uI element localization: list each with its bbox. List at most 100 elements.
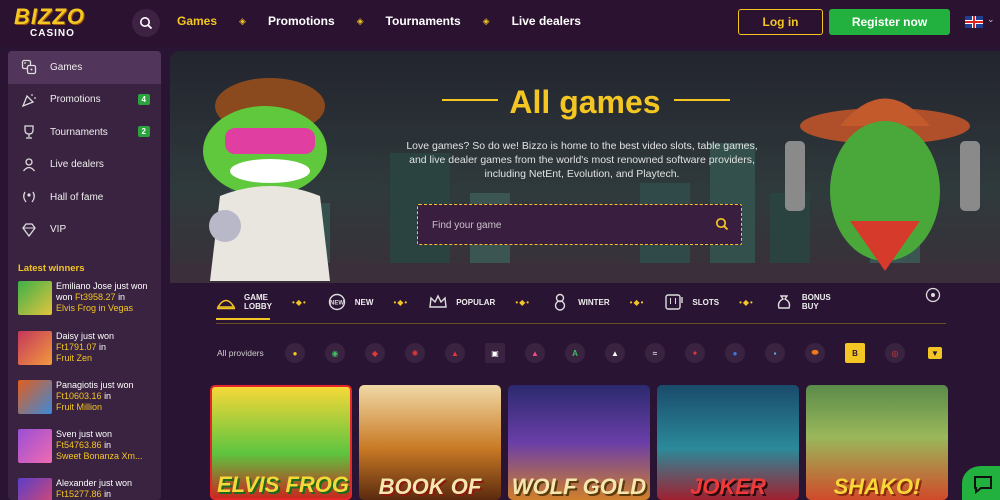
nav-tournaments[interactable]: Tournaments (386, 14, 461, 28)
sidebar-item-vip[interactable]: VIP (8, 214, 161, 247)
winner-entry[interactable]: Emiliano Jose just won won Ft3958.27 in … (18, 281, 158, 319)
crown-icon (428, 292, 448, 312)
provider-logo[interactable]: ▲ (525, 343, 545, 363)
sidebar-item-games[interactable]: Games (8, 51, 161, 84)
winner-text: Daisy just won Ft1791.07 in Fruit Zen (56, 331, 115, 363)
provider-logo[interactable]: ≈ (645, 343, 665, 363)
winner-text: Panagiotis just won Ft10603.16 in Fruit … (56, 380, 134, 412)
search-icon[interactable] (715, 217, 729, 231)
game-title: SHAKO! (833, 474, 921, 499)
tab-slots[interactable]: SLOTS (664, 292, 719, 312)
tab-label: GAME (244, 293, 268, 302)
tab-label: SLOTS (692, 297, 720, 307)
provider-logo[interactable]: ◎ (885, 343, 905, 363)
provider-logo[interactable]: ● (725, 343, 745, 363)
game-search-box (417, 204, 742, 245)
tab-label: BUY (801, 302, 819, 311)
provider-logo[interactable]: ✦ (685, 343, 705, 363)
all-providers-label[interactable]: All providers (217, 348, 264, 358)
nav-separator-icon: ◈ (356, 15, 364, 26)
game-search-input[interactable] (432, 216, 702, 234)
svg-text:NEW: NEW (330, 301, 344, 307)
diamond-icon (20, 221, 38, 239)
winner-entry[interactable]: Sven just won Ft54763.86 in Sweet Bonanz… (18, 429, 158, 467)
game-title: JOKER (690, 474, 766, 499)
nav-separator-icon: ◈ (482, 15, 490, 26)
winner-entry[interactable]: Panagiotis just won Ft10603.16 in Fruit … (18, 380, 158, 418)
game-thumbnail (18, 380, 52, 414)
separator-dots-icon: •◆• (739, 297, 754, 307)
bizzo-casino-logo[interactable]: BIZZO CASINO (14, 4, 104, 42)
tab-label: NEW (354, 297, 374, 307)
nav-live-dealers[interactable]: Live dealers (512, 14, 581, 28)
tab-winter[interactable]: WINTER (550, 292, 610, 312)
search-button[interactable] (132, 9, 160, 37)
active-tab-indicator (216, 318, 270, 320)
separator-dots-icon: •◆• (515, 297, 531, 307)
game-card-elvis-frog[interactable]: ELVIS FROG (210, 385, 352, 500)
more-categories-icon[interactable] (925, 287, 941, 303)
game-thumbnail (18, 331, 52, 365)
trophy-icon (20, 123, 38, 141)
sidebar: Games Promotions 4 Tournaments 2 Live de… (8, 51, 161, 500)
search-icon (140, 17, 153, 30)
sidebar-item-label: Promotions (50, 94, 101, 106)
register-button[interactable]: Register now (829, 9, 950, 35)
nav-promotions[interactable]: Promotions (268, 14, 335, 28)
page-title: All games (509, 84, 661, 120)
cloche-icon (216, 292, 236, 312)
provider-logo[interactable]: ▲ (605, 343, 625, 363)
game-card-wolf-gold[interactable]: WOLF GOLD (508, 385, 650, 500)
provider-logo[interactable]: ✺ (405, 343, 425, 363)
provider-logo[interactable]: B (845, 343, 865, 363)
tab-game-lobby[interactable]: GAME LOBBY (216, 292, 272, 312)
provider-logo[interactable]: ◉ (325, 343, 345, 363)
main-nav: Games ◈ Promotions ◈ Tournaments ◈ Live … (177, 14, 581, 28)
uk-flag-icon[interactable] (965, 16, 983, 28)
game-title: BOOK OF (378, 474, 482, 499)
game-card-joker[interactable]: JOKER (657, 385, 799, 500)
provider-logo[interactable]: ⬬ (805, 343, 825, 363)
latest-winners-heading: Latest winners (18, 263, 85, 274)
provider-logo[interactable]: ● (285, 343, 305, 363)
sidebar-item-label: Live dealers (50, 159, 104, 171)
sidebar-item-label: Hall of fame (50, 191, 104, 203)
game-card-book-of[interactable]: BOOK OF (359, 385, 501, 500)
chevron-down-icon[interactable]: ⌄ (987, 14, 995, 25)
game-thumbnail (18, 429, 52, 463)
provider-logo[interactable]: ▲ (445, 343, 465, 363)
sidebar-item-hall-of-fame[interactable]: Hall of fame (8, 181, 161, 214)
winner-entry[interactable]: Daisy just won Ft1791.07 in Fruit Zen (18, 331, 158, 369)
login-button[interactable]: Log in (738, 9, 823, 35)
sidebar-item-label: Games (50, 61, 83, 73)
separator-dots-icon: •◆• (292, 297, 307, 307)
tab-bonus-buy[interactable]: BONUS BUY (774, 292, 831, 312)
new-badge-icon: NEW (327, 292, 347, 312)
game-card-shako[interactable]: SHAKO! (806, 385, 948, 500)
sidebar-item-tournaments[interactable]: Tournaments 2 (8, 116, 161, 149)
separator-dots-icon: •◆• (393, 297, 409, 307)
provider-logo[interactable]: ▪ (765, 343, 785, 363)
separator-dots-icon: •◆• (629, 297, 645, 307)
nav-separator-icon: ◈ (239, 15, 246, 26)
nav-games[interactable]: Games (177, 14, 217, 28)
provider-logo[interactable]: ▣ (485, 343, 505, 363)
winner-text: Alexander just won Ft15277.86 in (56, 478, 133, 499)
winner-entry[interactable]: Alexander just won Ft15277.86 in (18, 478, 158, 500)
title-ornament-right (674, 99, 730, 101)
hero-banner: All games Love games? So do we! Bizzo is… (170, 51, 1000, 283)
laurel-icon (20, 188, 38, 206)
live-chat-button[interactable] (962, 466, 1000, 500)
winner-text: Sven just won Ft54763.86 in Sweet Bonanz… (56, 429, 143, 461)
providers-dropdown-toggle[interactable]: ▼ (928, 347, 942, 359)
provider-logo[interactable]: ◆ (365, 343, 385, 363)
sidebar-item-live-dealers[interactable]: Live dealers (8, 149, 161, 182)
provider-logo[interactable]: A (565, 343, 585, 363)
tab-new[interactable]: NEW NEW (327, 292, 374, 312)
sidebar-item-promotions[interactable]: Promotions 4 (8, 84, 161, 117)
game-thumbnail (18, 478, 52, 500)
tab-popular[interactable]: POPULAR (428, 292, 495, 312)
promotions-count-badge: 4 (137, 93, 150, 105)
game-title: WOLF GOLD (511, 474, 647, 499)
top-header: BIZZO CASINO Games ◈ Promotions ◈ Tourna… (0, 0, 1000, 46)
